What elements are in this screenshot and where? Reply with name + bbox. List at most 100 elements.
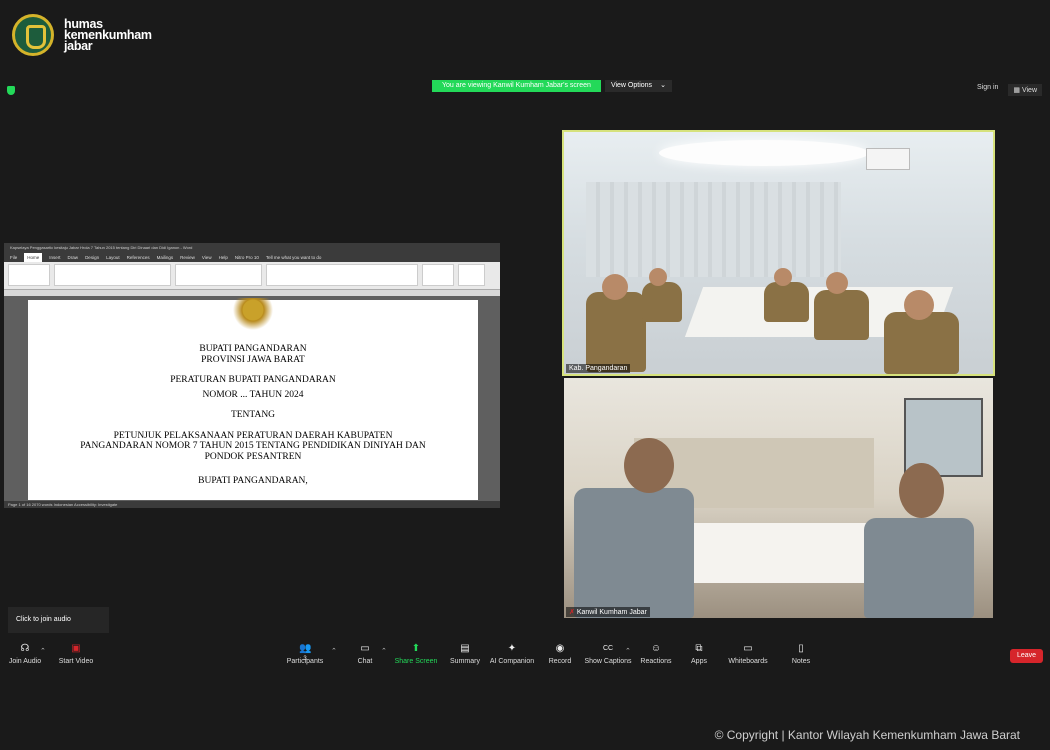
brand-logo: humas kemenkumham jabar [12, 14, 152, 56]
word-tab-home[interactable]: Home [24, 253, 43, 262]
headphones-icon: ☊ [20, 643, 30, 654]
word-tab[interactable]: Mailings [157, 253, 174, 262]
brand-line-3: jabar [64, 38, 93, 53]
editing-group[interactable] [422, 264, 454, 286]
addins-group[interactable] [458, 264, 485, 286]
share-screen-label: Share Screen [394, 658, 438, 665]
share-up-arrow-icon: ⬆ [411, 643, 421, 654]
document-page[interactable]: BUPATI PANGANDARAN PROVINSI JAWA BARAT P… [28, 298, 478, 500]
doc-line: PROVINSI JAWA BARAT [201, 354, 305, 365]
participants-button[interactable]: 👥3 Participants [275, 644, 335, 666]
apps-label: Apps [691, 658, 707, 665]
participants-label: Participants [286, 658, 324, 665]
doc-line: BUPATI PANGANDARAN [199, 344, 307, 354]
participant-person [814, 290, 869, 340]
word-ruler [4, 290, 500, 296]
participant-person [586, 292, 646, 372]
word-tab[interactable]: Review [180, 253, 195, 262]
shared-screen-word-window[interactable]: Kapselaya Penggasartic kesitaju Jabar Hr… [4, 243, 500, 508]
word-tab[interactable]: Help [219, 253, 228, 262]
record-label: Record [548, 658, 572, 665]
ai-companion-label: AI Companion [489, 658, 535, 665]
participant-name-text: Kanwil Kumham Jabar [576, 609, 647, 616]
audio-options-caret[interactable]: ⌃ [40, 647, 46, 655]
notes-button[interactable]: ▯ Notes [771, 643, 831, 666]
word-tab[interactable]: Layout [106, 253, 120, 262]
doc-line: PONDOK PESANTREN [204, 451, 302, 462]
air-conditioner [866, 148, 910, 170]
word-tab[interactable]: Nitro Pro 10 [235, 253, 259, 262]
doc-line: PERATURAN BUPATI PANGANDARAN [170, 375, 336, 385]
view-button[interactable]: ▦ View [1008, 84, 1042, 96]
styles-group[interactable] [266, 264, 418, 286]
garuda-emblem-icon [221, 298, 285, 338]
word-tab[interactable]: File [10, 253, 17, 262]
whiteboard-icon: ▭ [743, 643, 753, 654]
whiteboards-label: Whiteboards [728, 658, 768, 665]
smiley-plus-icon: ☺ [650, 643, 662, 654]
word-tab[interactable]: References [127, 253, 150, 262]
muted-mic-icon: ✗ [569, 609, 577, 616]
grid-icon: ▦ [1013, 87, 1022, 94]
doc-line: TENTANG [230, 410, 276, 420]
viewing-screen-text: You are viewing Kanwil Kumham Jabar's sc… [432, 80, 601, 92]
screen-share-banner: You are viewing Kanwil Kumham Jabar's sc… [432, 80, 672, 92]
participant-person [574, 488, 694, 618]
doc-line: BUPATI PANGANDARAN, [198, 476, 308, 486]
word-tab[interactable]: Draw [68, 253, 79, 262]
logo-emblem-icon [12, 14, 54, 56]
word-ribbon [4, 262, 500, 290]
video-tile-kab-pangandaran[interactable]: Kab. Pangandaran [562, 130, 995, 376]
join-audio-tooltip: Click to join audio [8, 607, 109, 633]
chat-label: Chat [357, 658, 373, 665]
ceiling-light [659, 140, 869, 166]
summary-label: Summary [450, 658, 480, 665]
start-video-label: Start Video [58, 658, 94, 665]
word-title-bar: Kapselaya Penggasartic kesitaju Jabar Hr… [4, 243, 500, 253]
video-off-icon: ▣ [71, 643, 81, 654]
participant-person [884, 312, 959, 374]
start-video-button[interactable]: ▣ Start Video [46, 643, 106, 666]
participant-head [904, 290, 934, 320]
word-tell-me[interactable]: Tell me what you want to do [266, 253, 322, 262]
leave-button[interactable]: Leave [1010, 649, 1043, 663]
reactions-label: Reactions [640, 658, 672, 665]
video-tile-kanwil-kumham-jabar[interactable]: ✗ Kanwil Kumham Jabar [564, 378, 993, 618]
top-right-controls: Sign in ▦ View [977, 84, 1042, 96]
view-options-label: View Options [610, 82, 653, 89]
record-circle-icon: ◉ [555, 643, 565, 654]
participant-head [624, 438, 674, 493]
encryption-shield-icon[interactable] [7, 86, 15, 95]
join-audio-label: Join Audio [8, 658, 42, 665]
participant-head [826, 272, 848, 294]
window-blinds [586, 182, 841, 277]
notes-label: Notes [791, 658, 811, 665]
participant-head [602, 274, 628, 300]
view-label: View [1021, 87, 1037, 94]
sparkle-icon: ✦ [507, 643, 517, 654]
participant-name-label: ✗ Kanwil Kumham Jabar [566, 607, 650, 617]
chat-bubble-icon: ▭ [360, 643, 370, 654]
document-icon: ▤ [460, 643, 470, 654]
doc-line: NOMOR ... TAHUN 2024 [202, 389, 304, 400]
font-group[interactable] [54, 264, 171, 286]
copyright-watermark: © Copyright | Kantor Wilayah Kemenkumham… [714, 728, 1020, 742]
word-tab[interactable]: Design [85, 253, 99, 262]
participant-head [649, 268, 667, 286]
view-options-button[interactable]: View Options ⌄ [604, 80, 672, 92]
word-tab[interactable]: Insert [49, 253, 60, 262]
apps-icon: ⧉ [695, 643, 703, 654]
word-ribbon-tabs: File Home Insert Draw Design Layout Refe… [4, 253, 500, 262]
clipboard-group[interactable] [8, 264, 50, 286]
doc-line: PANGANDARAN NOMOR 7 TAHUN 2015 TENTANG P… [80, 441, 426, 451]
whiteboards-button[interactable]: ▭ Whiteboards [718, 643, 778, 666]
chevron-down-icon: ⌄ [660, 82, 666, 89]
notes-icon: ▯ [798, 643, 804, 654]
participant-head [774, 268, 792, 286]
word-tab[interactable]: View [202, 253, 212, 262]
sign-in-link[interactable]: Sign in [977, 84, 998, 96]
word-status-bar: Page 1 of 16 2070 words Indonesian Acces… [4, 501, 500, 508]
cc-icon: CC [602, 645, 614, 652]
paragraph-group[interactable] [175, 264, 262, 286]
participant-person [642, 282, 682, 322]
